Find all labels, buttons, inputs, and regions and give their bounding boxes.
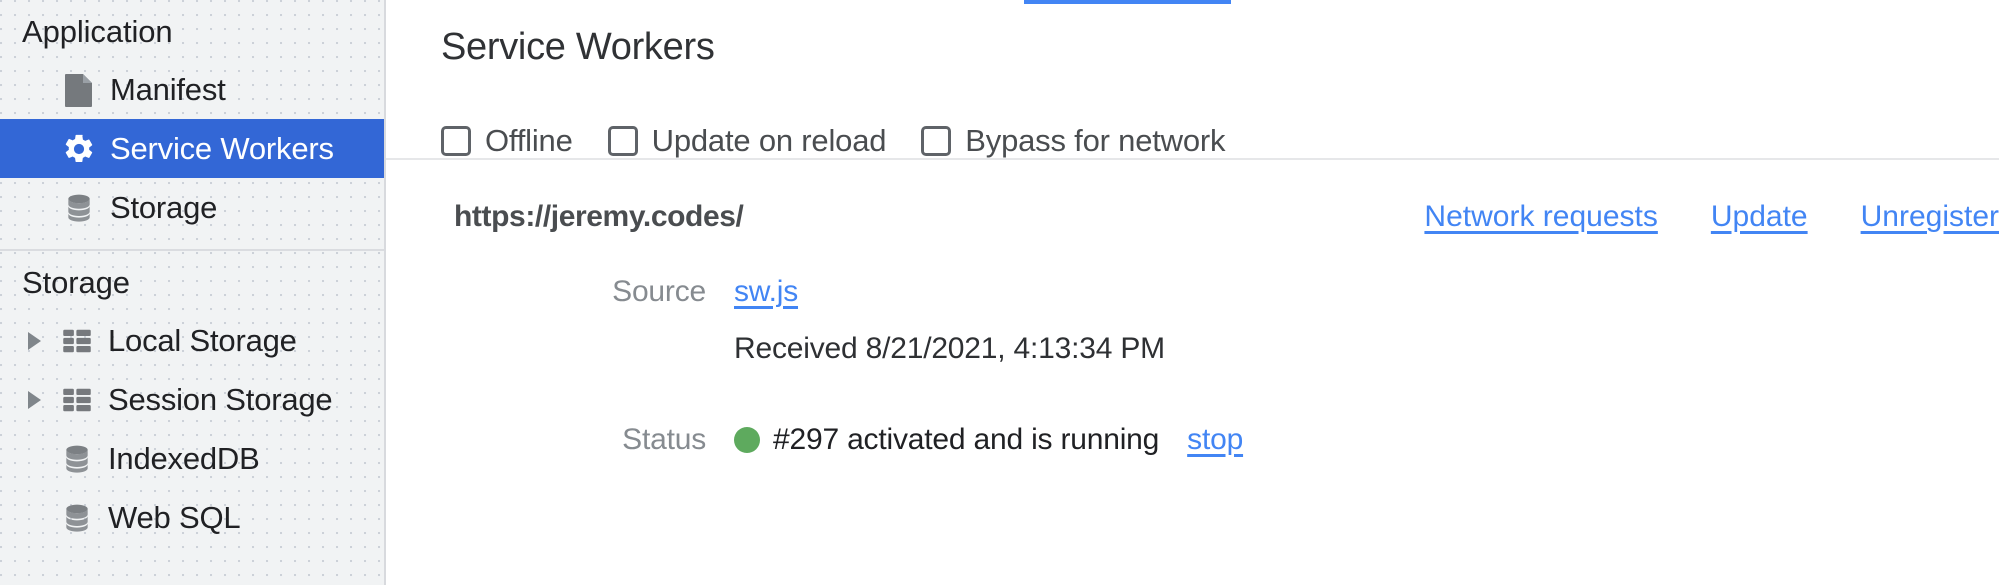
stop-link[interactable]: stop <box>1187 423 1243 457</box>
sidebar-item-manifest[interactable]: Manifest <box>0 60 384 119</box>
source-row: Source sw.js <box>386 275 798 309</box>
sidebar-item-label: Manifest <box>110 71 226 107</box>
sidebar-item-indexeddb[interactable]: IndexedDB <box>0 429 384 488</box>
checkbox-update-on-reload[interactable]: Update on reload <box>607 123 887 159</box>
checkbox-offline[interactable]: Offline <box>441 123 573 159</box>
status-value: #297 activated and is running stop <box>734 423 1243 457</box>
document-icon <box>62 73 96 107</box>
sidebar-item-label: Storage <box>110 189 218 225</box>
checkbox-label: Offline <box>485 123 573 158</box>
toolbar-divider <box>386 158 1999 160</box>
sidebar-item-local-storage[interactable]: Local Storage <box>0 311 384 370</box>
checkbox-box-icon[interactable] <box>921 126 952 156</box>
sidebar-item-storage[interactable]: Storage <box>0 178 384 237</box>
sidebar-item-web-sql[interactable]: Web SQL <box>0 488 384 547</box>
service-worker-toolbar: Offline Update on reload Bypass for netw… <box>441 123 1226 159</box>
service-workers-panel: Service Workers Offline Update on reload… <box>386 0 1999 585</box>
sidebar-item-label: Service Workers <box>110 130 334 166</box>
gear-icon <box>62 132 96 166</box>
status-row: Status #297 activated and is running sto… <box>386 423 1243 457</box>
update-link[interactable]: Update <box>1711 200 1808 234</box>
database-icon <box>60 501 94 535</box>
unregister-link[interactable]: Unregister <box>1861 200 1999 234</box>
table-icon <box>60 324 94 358</box>
network-requests-link[interactable]: Network requests <box>1424 200 1657 234</box>
sidebar-section-application: Application Manifest Service Workers Sto… <box>0 0 384 237</box>
sidebar-item-label: IndexedDB <box>108 440 260 476</box>
sidebar-item-service-workers[interactable]: Service Workers <box>0 119 384 178</box>
source-file-link[interactable]: sw.js <box>734 275 798 309</box>
sidebar-item-label: Local Storage <box>108 322 297 358</box>
sidebar-item-label: Session Storage <box>108 381 333 417</box>
checkbox-box-icon[interactable] <box>607 126 638 156</box>
sidebar-section-storage: Storage Local Storage Session Storage In… <box>0 251 384 547</box>
sidebar: Application Manifest Service Workers Sto… <box>0 0 386 585</box>
page-title: Service Workers <box>441 26 715 68</box>
checkbox-label: Bypass for network <box>965 123 1226 158</box>
sidebar-section-title-storage: Storage <box>22 265 130 300</box>
source-value: sw.js <box>734 275 798 309</box>
sidebar-section-title-application: Application <box>22 14 173 49</box>
source-label: Source <box>612 275 706 308</box>
service-worker-origin: https://jeremy.codes/ <box>454 200 744 233</box>
service-worker-header: https://jeremy.codes/ Network requests U… <box>386 192 1999 242</box>
checkbox-label: Update on reload <box>651 123 887 158</box>
checkbox-box-icon[interactable] <box>441 126 471 156</box>
table-icon <box>60 383 94 417</box>
checkbox-bypass-for-network[interactable]: Bypass for network <box>921 123 1226 159</box>
devtools-application-panel: Application Manifest Service Workers Sto… <box>0 0 1999 585</box>
status-label: Status <box>622 423 706 456</box>
database-icon <box>62 191 96 225</box>
chevron-right-icon[interactable] <box>22 387 48 413</box>
chevron-right-icon[interactable] <box>22 328 48 354</box>
received-row: Received 8/21/2021, 4:13:34 PM <box>386 332 1165 366</box>
status-badge: #297 activated and is running <box>773 423 1160 456</box>
service-worker-actions: Network requests Update Unregister <box>1371 200 1999 234</box>
sidebar-item-session-storage[interactable]: Session Storage <box>0 370 384 429</box>
received-timestamp: Received 8/21/2021, 4:13:34 PM <box>734 332 1165 365</box>
sidebar-item-label: Web SQL <box>108 499 241 535</box>
offscreen-link-underline[interactable] <box>1024 0 1231 4</box>
database-icon <box>60 442 94 476</box>
status-indicator-icon <box>734 427 760 453</box>
